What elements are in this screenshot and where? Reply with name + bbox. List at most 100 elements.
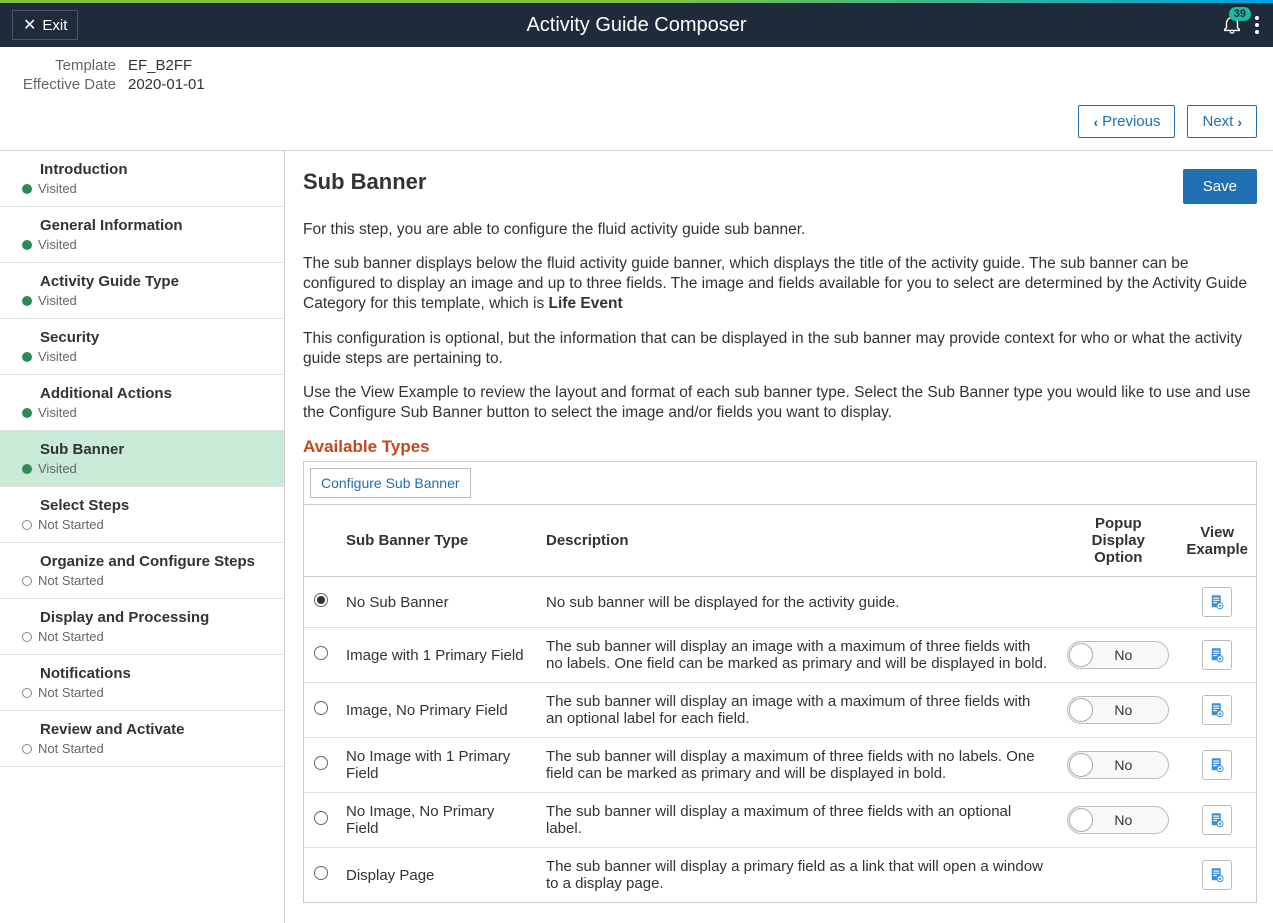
effective-date-value: 2020-01-01 — [128, 76, 205, 93]
view-example-button[interactable] — [1202, 805, 1232, 835]
step-title: Activity Guide Type — [22, 273, 266, 290]
step-title: Sub Banner — [22, 441, 266, 458]
step-status: Not Started — [22, 629, 266, 644]
document-preview-icon — [1208, 646, 1226, 664]
step-status: Not Started — [22, 741, 266, 756]
type-name: Image, No Primary Field — [338, 683, 538, 738]
page-header-title: Activity Guide Composer — [0, 14, 1273, 37]
document-preview-icon — [1208, 701, 1226, 719]
sidebar-step[interactable]: Activity Guide Type Visited — [0, 263, 284, 319]
step-status: Not Started — [22, 573, 266, 588]
intro-text: For this step, you are able to configure… — [303, 220, 1257, 423]
configure-sub-banner-button[interactable]: Configure Sub Banner — [310, 468, 471, 498]
popup-toggle[interactable]: No — [1067, 806, 1169, 834]
type-radio[interactable] — [314, 756, 328, 770]
type-description: The sub banner will display a maximum of… — [538, 738, 1058, 793]
type-name: No Sub Banner — [338, 577, 538, 628]
popup-toggle[interactable]: No — [1067, 641, 1169, 669]
sidebar-step[interactable]: Review and ActivateNot Started — [0, 711, 284, 767]
sidebar-step[interactable]: NotificationsNot Started — [0, 655, 284, 711]
next-button[interactable]: Next › — [1187, 105, 1257, 138]
save-button[interactable]: Save — [1183, 169, 1257, 204]
template-meta: Template EF_B2FF Effective Date 2020-01-… — [0, 47, 1273, 101]
actions-menu-button[interactable] — [1255, 13, 1259, 37]
document-preview-icon — [1208, 593, 1226, 611]
step-title: Display and Processing — [22, 609, 266, 626]
sidebar-step[interactable]: Sub Banner Visited — [0, 431, 284, 487]
type-radio[interactable] — [314, 866, 328, 880]
close-icon: ✕ — [23, 15, 36, 35]
view-example-button[interactable] — [1202, 750, 1232, 780]
status-dot-icon — [22, 688, 32, 698]
step-status: Visited — [22, 293, 266, 308]
view-example-button[interactable] — [1202, 860, 1232, 890]
type-description: The sub banner will display a maximum of… — [538, 793, 1058, 848]
type-radio[interactable] — [314, 593, 328, 607]
popup-toggle[interactable]: No — [1067, 696, 1169, 724]
table-row: No Image with 1 Primary FieldThe sub ban… — [304, 738, 1256, 793]
type-name: Image with 1 Primary Field — [338, 628, 538, 683]
types-table-container: Configure Sub Banner Sub Banner Type Des… — [303, 461, 1257, 903]
sidebar-step[interactable]: Additional Actions Visited — [0, 375, 284, 431]
view-example-button[interactable] — [1202, 587, 1232, 617]
steps-sidebar: IntroductionVisitedGeneral InformationVi… — [0, 151, 285, 923]
view-example-button[interactable] — [1202, 695, 1232, 725]
col-description: Description — [538, 505, 1058, 577]
step-title: Select Steps — [22, 497, 266, 514]
col-view: View Example — [1178, 505, 1256, 577]
step-status: Visited — [22, 461, 266, 476]
col-type: Sub Banner Type — [338, 505, 538, 577]
step-status: Not Started — [22, 685, 266, 700]
effective-date-label: Effective Date — [16, 76, 116, 93]
table-row: Display PageThe sub banner will display … — [304, 848, 1256, 903]
notifications-button[interactable]: 39 — [1221, 13, 1243, 38]
status-dot-icon — [22, 408, 32, 418]
status-dot-icon — [22, 240, 32, 250]
sidebar-step[interactable]: Organize and Configure Steps Not Started — [0, 543, 284, 599]
type-description: No sub banner will be displayed for the … — [538, 577, 1058, 628]
notification-count-badge: 39 — [1229, 7, 1251, 21]
types-table: Sub Banner Type Description Popup Displa… — [304, 505, 1256, 902]
step-title: Additional Actions — [22, 385, 266, 402]
type-name: No Image with 1 Primary Field — [338, 738, 538, 793]
step-status: Not Started — [22, 517, 266, 532]
step-status: Visited — [22, 181, 266, 196]
table-row: No Sub BannerNo sub banner will be displ… — [304, 577, 1256, 628]
exit-label: Exit — [42, 17, 67, 34]
type-radio[interactable] — [314, 646, 328, 660]
sidebar-step[interactable]: SecurityVisited — [0, 319, 284, 375]
sidebar-step[interactable]: Display and Processing Not Started — [0, 599, 284, 655]
sidebar-step[interactable]: Introduction Visited — [0, 151, 284, 207]
previous-button[interactable]: ‹ Previous — [1078, 105, 1175, 138]
type-radio[interactable] — [314, 701, 328, 715]
status-dot-icon — [22, 352, 32, 362]
step-status: Visited — [22, 349, 266, 364]
status-dot-icon — [22, 520, 32, 530]
step-title: Introduction — [22, 161, 266, 178]
view-example-button[interactable] — [1202, 640, 1232, 670]
nav-buttons: ‹ Previous Next › — [0, 101, 1273, 151]
table-row: No Image, No Primary FieldThe sub banner… — [304, 793, 1256, 848]
step-title: Organize and Configure Steps — [22, 553, 266, 570]
type-description: The sub banner will display an image wit… — [538, 628, 1058, 683]
type-description: The sub banner will display an image wit… — [538, 683, 1058, 738]
status-dot-icon — [22, 576, 32, 586]
chevron-left-icon: ‹ — [1093, 114, 1098, 130]
document-preview-icon — [1208, 756, 1226, 774]
document-preview-icon — [1208, 811, 1226, 829]
template-label: Template — [16, 57, 116, 74]
exit-button[interactable]: ✕ Exit — [12, 10, 78, 40]
type-name: No Image, No Primary Field — [338, 793, 538, 848]
document-preview-icon — [1208, 866, 1226, 884]
step-status: Visited — [22, 237, 266, 252]
status-dot-icon — [22, 184, 32, 194]
type-radio[interactable] — [314, 811, 328, 825]
sidebar-step[interactable]: Select Steps Not Started — [0, 487, 284, 543]
template-value: EF_B2FF — [128, 57, 192, 74]
step-status: Visited — [22, 405, 266, 420]
popup-toggle[interactable]: No — [1067, 751, 1169, 779]
page-title: Sub Banner — [303, 169, 426, 195]
status-dot-icon — [22, 464, 32, 474]
status-dot-icon — [22, 632, 32, 642]
sidebar-step[interactable]: General InformationVisited — [0, 207, 284, 263]
